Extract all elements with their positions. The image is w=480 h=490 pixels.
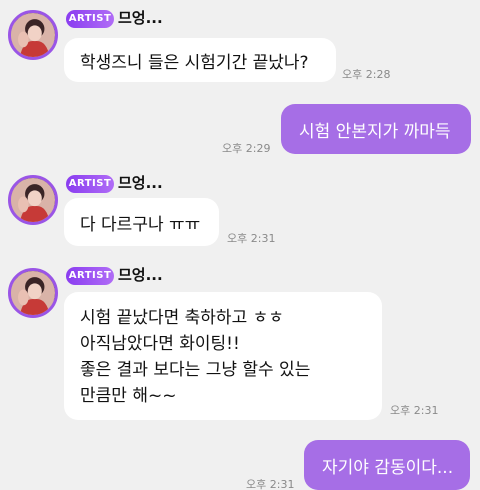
message-line: 만큼만 해~~: [80, 386, 177, 406]
avatar-photo-icon: [11, 178, 55, 222]
my-message-bubble[interactable]: 자기야 감동이다...: [304, 440, 470, 490]
message-bubble[interactable]: 시험 끝났다면 축하하고 ㅎㅎ 아직남았다면 화이팅!! 좋은 결과 보다는 그…: [64, 292, 382, 420]
avatar-photo-icon: [11, 271, 55, 315]
my-message-bubble[interactable]: 시험 안본지가 까마득: [281, 104, 471, 154]
message-time: 오후 2:31: [246, 478, 295, 490]
artist-avatar[interactable]: [8, 268, 58, 318]
message-line: 좋은 결과 보다는 그냥 할수 있는: [80, 360, 311, 380]
sender-name[interactable]: 므엉...: [118, 174, 163, 192]
message-time: 오후 2:31: [227, 232, 276, 245]
message-text: 학생즈니 들은 시험기간 끝났나?: [80, 52, 309, 73]
message-text: 자기야 감동이다...: [322, 457, 454, 478]
message-time: 오후 2:31: [390, 404, 439, 417]
message-bubble[interactable]: 다 다르구나 ㅠㅠ: [64, 198, 219, 246]
message-line: 아직남았다면 화이팅!!: [80, 334, 240, 354]
message-bubble[interactable]: 학생즈니 들은 시험기간 끝났나?: [64, 38, 336, 82]
message-time: 오후 2:28: [342, 68, 391, 81]
message-text: 시험 안본지가 까마득: [299, 121, 451, 142]
message-line: 시험 끝났다면 축하하고 ㅎㅎ: [80, 308, 284, 328]
message-text: 다 다르구나 ㅠㅠ: [80, 214, 201, 235]
artist-badge: ARTIST: [66, 10, 114, 28]
artist-badge: ARTIST: [66, 175, 114, 193]
message-time: 오후 2:29: [222, 142, 271, 155]
avatar-photo-icon: [11, 13, 55, 57]
artist-badge: ARTIST: [66, 267, 114, 285]
artist-avatar[interactable]: [8, 10, 58, 60]
sender-name[interactable]: 므엉...: [118, 266, 163, 284]
artist-avatar[interactable]: [8, 175, 58, 225]
sender-name[interactable]: 므엉...: [118, 9, 163, 27]
